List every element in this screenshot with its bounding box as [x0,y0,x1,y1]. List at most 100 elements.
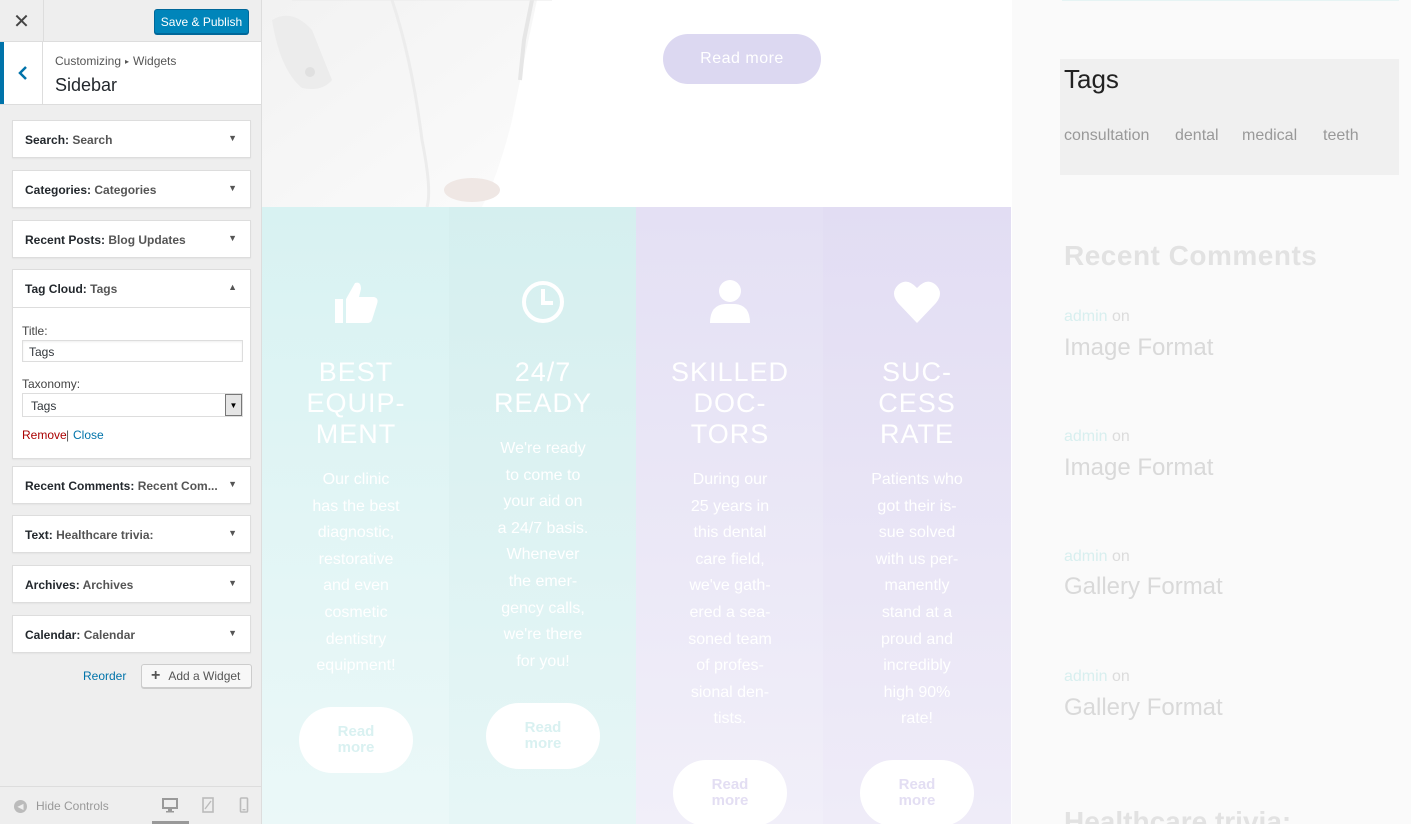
comment-post-link[interactable]: Gallery Format [1064,573,1223,601]
title-input[interactable]: Tags [22,340,243,362]
tags-widget: Tags consultation dental medical teeth [1060,59,1399,175]
comment-on-text: on [1112,308,1130,325]
feature-text-line: care field, [695,550,765,568]
widget-tag-cloud: Tag Cloud: Tags ▲ Title: Tags Taxonomy: … [12,269,251,459]
widget-recent-posts[interactable]: Recent Posts: Blog Updates ▼ [12,220,251,258]
feature-text-line: We're ready [500,440,586,457]
comment-post-link[interactable]: Gallery Format [1064,694,1223,722]
close-widget-link[interactable]: Close [73,428,104,442]
widget-recent-comments[interactable]: Recent Comments: Recent Com... ▼ [12,466,251,504]
comment-on-text: on [1112,428,1130,445]
feature-text: Patients who got their is- sue solved wi… [853,467,981,733]
feature-text-line: incredibly [883,657,951,675]
comment-author-link[interactable]: admin [1064,428,1108,445]
feature-text-line: gency calls, [501,599,585,617]
widget-text[interactable]: Text: Healthcare trivia: ▼ [12,515,251,553]
tablet-preview-icon[interactable] [200,797,216,813]
feature-skilled-doctors: SKILLED DOC- TORS During our 25 years in… [636,207,824,824]
feature-text-line: and even [323,577,389,595]
plus-icon: + [151,667,161,684]
triangle-up-icon[interactable]: ▲ [228,282,237,292]
triangle-down-icon[interactable]: ▼ [228,528,237,538]
mobile-preview-icon[interactable] [236,797,252,813]
tag-link[interactable]: consultation [1064,127,1149,145]
divider [1062,0,1399,1]
tag-link[interactable]: dental [1175,127,1219,145]
feature-text-line: Our clinic [322,471,390,488]
healthcare-trivia-title: Healthcare trivia: [1064,806,1292,824]
widget-archives[interactable]: Archives: Archives ▼ [12,565,251,603]
feature-text: Our clinic has the best diagnostic, rest… [300,467,412,680]
back-button[interactable] [0,42,43,104]
comment-meta: admin on [1064,308,1130,326]
widget-calendar[interactable]: Calendar: Calendar ▼ [12,615,251,653]
hero-read-more-button[interactable]: Read more [663,34,821,84]
save-publish-button[interactable]: Save & Publish [154,9,249,34]
feature-text-line: During our [692,471,768,488]
widget-instance-title: Archives [82,578,134,592]
feature-text: During our 25 years in this dental care … [674,467,786,733]
triangle-down-icon[interactable]: ▼ [228,233,237,243]
comment-meta: admin on [1064,668,1130,686]
feature-text-line: the emer- [508,572,578,590]
comment-meta: admin on [1064,548,1130,566]
feature-text-line: dentistry [325,630,387,648]
hide-controls-button[interactable]: ◀ Hide Controls [14,799,109,813]
widget-categories[interactable]: Categories: Categories ▼ [12,170,251,208]
widget-search[interactable]: Search: Search ▼ [12,120,251,158]
comment-author-link[interactable]: admin [1064,548,1108,565]
taxonomy-select[interactable]: Tags ▼ [22,393,243,417]
comment-author-link[interactable]: admin [1064,308,1108,325]
customizer-header: ✕ Save & Publish [0,0,261,42]
triangle-right-icon: ▸ [125,57,130,67]
site-sidebar: Tags consultation dental medical teeth R… [1012,0,1411,824]
feature-text-line: ered a sea- [689,603,771,621]
feature-title-line: CESS [878,388,956,418]
dropdown-arrow-icon[interactable]: ▼ [225,394,242,416]
feature-title-line: READY [493,388,593,418]
triangle-down-icon[interactable]: ▼ [228,183,237,193]
desktop-preview-icon[interactable] [162,797,178,813]
hide-controls-label: Hide Controls [36,799,109,813]
feature-text-line: a 24/7 basis. [497,519,589,537]
feature-text-line: restorative [318,550,394,568]
feature-text-line: your aid on [503,493,583,511]
widget-tag-cloud-header[interactable]: Tag Cloud: Tags ▲ [13,270,250,308]
feature-text-line: stand at a [881,603,953,621]
triangle-down-icon[interactable]: ▼ [228,628,237,638]
feature-read-more-button[interactable]: Read more [299,707,413,773]
section-title: Sidebar [55,75,118,95]
comment-author-link[interactable]: admin [1064,668,1108,685]
widget-type: Text [25,528,49,542]
widget-type: Tag Cloud [25,282,83,296]
site-preview: Read more BEST EQUIP- MENT Our clinic ha… [262,0,1411,824]
close-customizer-button[interactable]: ✕ [0,0,44,42]
feature-text-line: got their is- [877,497,957,515]
widget-type: Recent Posts [25,233,102,247]
feature-text-line: Patients who [871,471,963,488]
remove-widget-link[interactable]: Remove [22,428,67,442]
chevron-left-icon [18,66,27,80]
triangle-down-icon[interactable]: ▼ [228,479,237,489]
feature-read-more-button[interactable]: Read more [860,760,974,824]
widget-type: Archives [25,578,76,592]
recent-comments-title: Recent Comments [1064,240,1318,271]
tag-link[interactable]: teeth [1323,127,1359,145]
widget-instance-title: Tags [90,282,118,296]
customizer-footer: ◀ Hide Controls [0,786,261,824]
feature-read-more-button[interactable]: Read more [673,760,787,824]
comment-post-link[interactable]: Image Format [1064,334,1213,362]
tag-link[interactable]: medical [1242,127,1297,145]
feature-success-rate: SUC- CESS RATE Patients who got their is… [823,207,1011,824]
triangle-down-icon[interactable]: ▼ [228,578,237,588]
widget-type: Calendar [25,628,77,642]
comment-post-link[interactable]: Image Format [1064,454,1213,482]
feature-read-more-button[interactable]: Read more [486,703,600,769]
breadcrumb-item: Customizing [55,54,122,68]
add-widget-button[interactable]: + Add a Widget [141,664,252,688]
feature-text-line: equipment! [316,657,396,675]
feature-text-line: cosmetic [324,603,388,621]
feature-text-line: has the best [312,497,400,515]
reorder-link[interactable]: Reorder [83,669,126,683]
triangle-down-icon[interactable]: ▼ [228,133,237,143]
